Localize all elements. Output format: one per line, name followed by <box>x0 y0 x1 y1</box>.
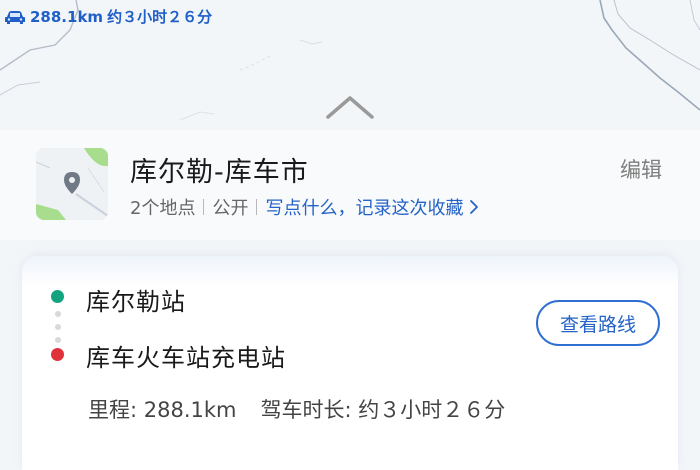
visibility-label[interactable]: 公开 <box>212 194 248 220</box>
route-summary[interactable]: 288.1km 约３小时２６分 <box>4 6 212 27</box>
place-count: 2个地点 <box>130 198 196 219</box>
path-dot <box>55 311 61 317</box>
duration-stat: 驾车时长: 约３小时２６分 <box>260 398 506 422</box>
start-stop-name[interactable]: 库尔勒站 <box>86 282 186 317</box>
collection-header: 库尔勒-库车市 编辑 2个地点 公开 写点什么，记录这次收藏 <box>0 130 700 240</box>
write-note-link[interactable]: 写点什么，记录这次收藏 <box>265 194 463 220</box>
path-dot <box>55 337 61 343</box>
route-duration: 约３小时２６分 <box>107 8 213 26</box>
path-dot <box>55 324 61 330</box>
view-route-button[interactable]: 查看路线 <box>536 300 660 346</box>
end-dot <box>51 348 64 361</box>
collection-meta: 2个地点 公开 写点什么，记录这次收藏 <box>130 194 479 220</box>
collapse-handle[interactable] <box>325 94 375 120</box>
chevron-right-icon <box>470 200 479 214</box>
map-thumbnail <box>36 148 108 220</box>
end-stop-name[interactable]: 库车火车站充电站 <box>86 338 286 373</box>
collection-title: 库尔勒-库车市 <box>130 157 309 188</box>
distance-stat: 里程: 288.1km <box>88 398 237 422</box>
start-dot <box>51 290 64 303</box>
chevron-up-icon <box>326 96 374 119</box>
collection-thumbnail[interactable] <box>36 148 108 220</box>
route-distance: 288.1km <box>30 7 104 26</box>
edit-button[interactable]: 编辑 <box>620 154 662 184</box>
divider <box>256 199 258 215</box>
route-stats: 里程: 288.1km 驾车时长: 约３小时２６分 <box>88 394 505 424</box>
divider <box>203 199 205 215</box>
car-icon <box>5 10 25 24</box>
route-card: 库尔勒站 库车火车站充电站 查看路线 里程: 288.1km 驾车时长: 约３小… <box>22 256 678 470</box>
